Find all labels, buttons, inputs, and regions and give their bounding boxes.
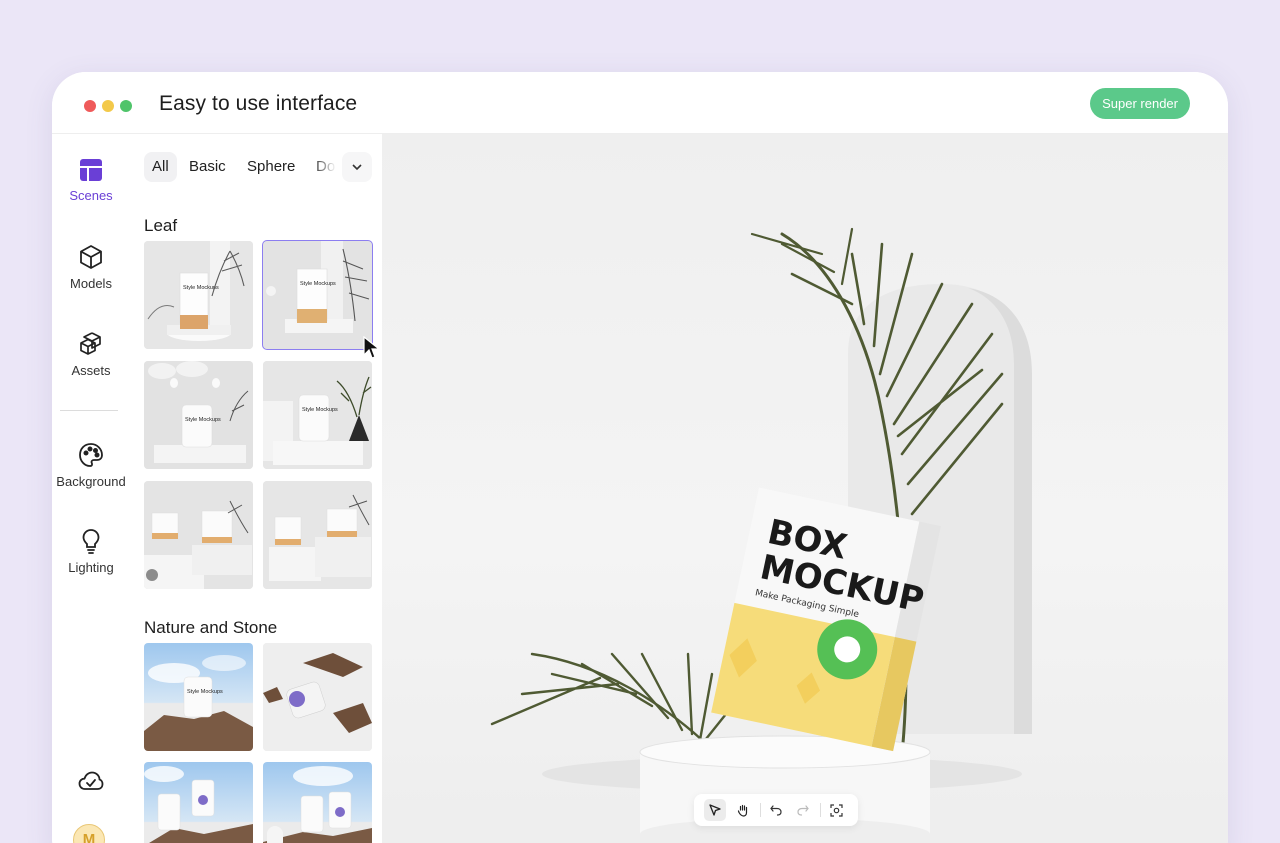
render-canvas[interactable]: BOX MOCKUP Make Packaging Simple bbox=[382, 134, 1228, 843]
box-mockup-scene bbox=[490, 227, 1032, 843]
scene-thumbnail[interactable]: Style Mockups bbox=[144, 241, 253, 349]
pointer-icon bbox=[709, 804, 721, 816]
maximize-window-button[interactable] bbox=[120, 100, 132, 112]
redo-button[interactable] bbox=[792, 799, 814, 821]
undo-icon bbox=[770, 805, 782, 816]
minimize-window-button[interactable] bbox=[102, 100, 114, 112]
svg-text:Style Mockups: Style Mockups bbox=[185, 417, 221, 423]
chevron-down-icon[interactable] bbox=[342, 152, 372, 182]
focus-icon bbox=[829, 803, 843, 817]
rail-item-assets[interactable]: Assets bbox=[52, 331, 130, 378]
hand-icon bbox=[737, 804, 747, 817]
scene-thumbnail[interactable] bbox=[263, 762, 372, 843]
svg-text:Style Mockups: Style Mockups bbox=[300, 281, 336, 287]
window-title: Easy to use interface bbox=[159, 92, 358, 115]
pointer-tool-button[interactable] bbox=[704, 799, 726, 821]
rail-label: Lighting bbox=[68, 560, 114, 575]
cloud-sync-button[interactable] bbox=[52, 770, 130, 798]
redo-icon bbox=[797, 805, 809, 816]
hand-tool-button[interactable] bbox=[732, 799, 754, 821]
scene-thumbnail[interactable] bbox=[263, 481, 372, 589]
rail-item-background[interactable]: Background bbox=[52, 442, 130, 489]
rail-item-lighting[interactable]: Lighting bbox=[52, 528, 130, 575]
rail-item-models[interactable]: Models bbox=[52, 244, 130, 291]
scene-thumbnail[interactable]: Style Mockups bbox=[144, 643, 253, 751]
rail-divider bbox=[60, 410, 118, 411]
svg-text:Style Mockups: Style Mockups bbox=[302, 407, 338, 413]
scene-thumbnail[interactable]: Style Mockups bbox=[263, 361, 372, 469]
canvas-toolbar bbox=[694, 794, 858, 826]
scene-thumbnail[interactable] bbox=[263, 643, 372, 751]
title-bar: Easy to use interface Super render bbox=[52, 72, 1228, 134]
filter-chip-all[interactable]: All bbox=[144, 152, 177, 182]
close-window-button[interactable] bbox=[84, 100, 96, 112]
section-title-nature-and-stone: Nature and Stone bbox=[144, 618, 278, 637]
focus-button[interactable] bbox=[825, 799, 847, 821]
lightbulb-icon bbox=[52, 528, 130, 554]
super-render-button[interactable]: Super render bbox=[1090, 88, 1190, 119]
mouse-cursor-icon bbox=[363, 336, 380, 359]
user-avatar[interactable]: M bbox=[73, 824, 105, 843]
rail-label: Background bbox=[56, 474, 126, 489]
scene-thumbnail[interactable]: Style Mockups bbox=[144, 361, 253, 469]
scene-thumbnail[interactable] bbox=[144, 481, 253, 589]
rail-item-scenes[interactable]: Scenes bbox=[52, 158, 130, 203]
section-title-leaf: Leaf bbox=[144, 216, 178, 235]
undo-button[interactable] bbox=[765, 799, 787, 821]
boxes-icon bbox=[52, 331, 130, 357]
side-rail: Scenes Models Assets Background Lighting… bbox=[52, 134, 130, 843]
rail-label: Scenes bbox=[69, 188, 113, 203]
rail-label: Models bbox=[70, 276, 112, 291]
filter-chip-basic[interactable]: Basic bbox=[181, 152, 234, 182]
scene-panel: All Basic Sphere Do Leaf Style Mockups bbox=[130, 134, 382, 843]
filter-chips: All Basic Sphere Do bbox=[144, 152, 372, 184]
palette-icon bbox=[52, 442, 130, 468]
svg-text:Style Mockups: Style Mockups bbox=[187, 689, 223, 695]
layout-icon bbox=[52, 158, 130, 182]
filter-chip-sphere[interactable]: Sphere bbox=[239, 152, 303, 182]
scene-thumbnail-selected[interactable]: Style Mockups bbox=[262, 240, 373, 350]
cube-icon bbox=[52, 244, 130, 270]
scene-thumbnail[interactable] bbox=[144, 762, 253, 843]
rail-label: Assets bbox=[71, 363, 111, 378]
cloud-sync-icon bbox=[52, 770, 130, 792]
app-window: Easy to use interface Super render Scene… bbox=[52, 72, 1228, 843]
